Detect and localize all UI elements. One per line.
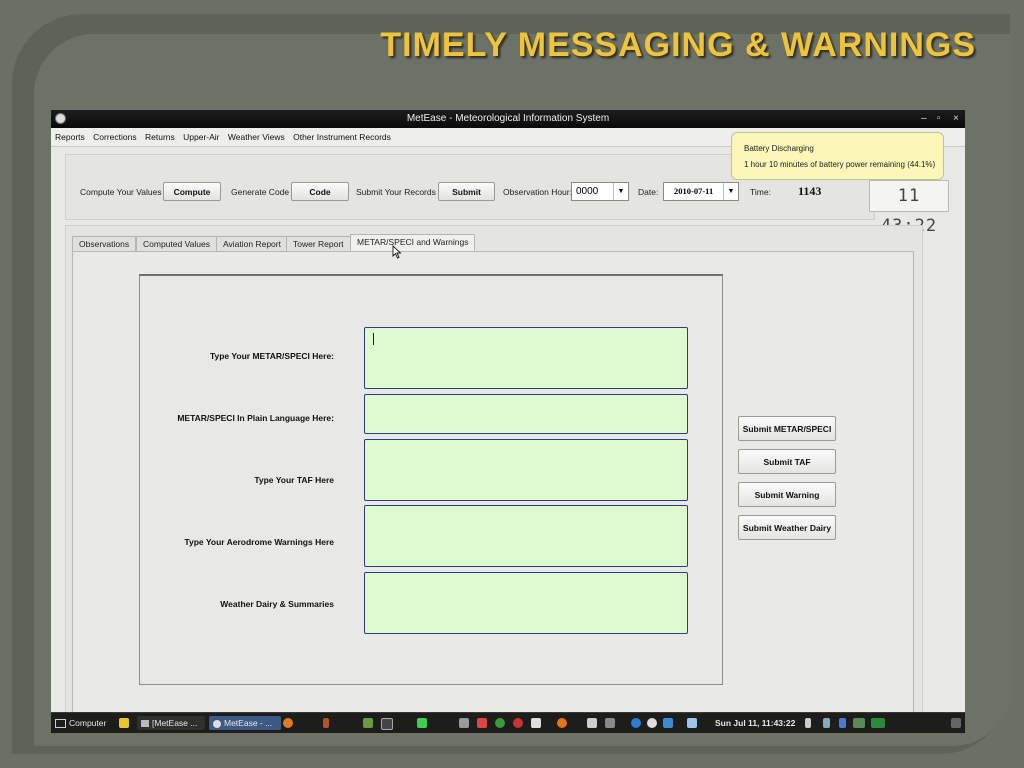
tool-icon[interactable] (363, 718, 373, 728)
tab-observations[interactable]: Observations (72, 236, 137, 252)
bolt-icon[interactable] (663, 718, 673, 728)
globe-icon (213, 719, 221, 728)
taskbar-task-metease-folder[interactable]: [MetEase ... (137, 716, 205, 730)
menu-corrections[interactable]: Corrections (93, 132, 136, 142)
time-label: Time: (750, 187, 771, 197)
tooltip-line-1: Battery Discharging (744, 144, 814, 153)
close-button[interactable]: × (953, 110, 959, 128)
app-globe-icon (55, 113, 66, 124)
app-window: MetEase - Meteorological Information Sys… (51, 110, 965, 732)
computer-launcher[interactable]: Computer (55, 713, 106, 733)
taskbar-task-metease-app[interactable]: MetEase - ... (209, 716, 281, 730)
text-caret (373, 333, 374, 345)
firefox-icon[interactable] (557, 718, 567, 728)
tab-metar-speci-warnings[interactable]: METAR/SPECI and Warnings (350, 234, 476, 252)
calculator-icon[interactable] (605, 718, 615, 728)
submit-button[interactable]: Submit (438, 182, 495, 201)
menu-upper-air[interactable]: Upper-Air (183, 132, 219, 142)
package-icon[interactable] (513, 718, 523, 728)
window-title: MetEase - Meteorological Information Sys… (406, 113, 610, 124)
task-1-label: [MetEase ... (152, 718, 198, 728)
network-globe-icon[interactable] (647, 718, 657, 728)
aerodrome-warnings-input[interactable] (364, 505, 688, 567)
observation-hour-select[interactable]: 0000 ▼ (571, 182, 629, 201)
notes-icon[interactable] (119, 718, 129, 728)
submit-taf-button[interactable]: Submit TAF (738, 449, 836, 474)
aerodrome-warnings-label: Type Your Aerodrome Warnings Here (184, 537, 334, 547)
taf-label: Type Your TAF Here (254, 475, 334, 485)
metar-label: Type Your METAR/SPECI Here: (209, 351, 334, 361)
menu-reports[interactable]: Reports (55, 132, 85, 142)
qt-icon[interactable] (417, 718, 427, 728)
submit-weather-dairy-button[interactable]: Submit Weather Dairy (738, 515, 836, 540)
mouse-pointer-icon (392, 245, 402, 259)
show-desktop-icon[interactable] (951, 718, 961, 728)
digital-clock: 11 43:22 (869, 180, 949, 236)
volume-icon[interactable] (805, 718, 811, 728)
tab-tower-report[interactable]: Tower Report (286, 236, 351, 252)
plugin-icon[interactable] (459, 718, 469, 728)
menu-weather-views[interactable]: Weather Views (228, 132, 285, 142)
time-value: 1143 (798, 184, 822, 198)
message-form-panel: Type Your METAR/SPECI Here: METAR/SPECI … (139, 274, 723, 685)
tab-body: Type Your METAR/SPECI Here: METAR/SPECI … (72, 251, 914, 725)
date-select[interactable]: 2010-07-11 ▼ (663, 182, 739, 201)
submit-warning-button[interactable]: Submit Warning (738, 482, 836, 507)
display-icon[interactable] (853, 718, 865, 728)
chrome-icon[interactable] (495, 718, 505, 728)
submit-metar-button[interactable]: Submit METAR/SPECI (738, 416, 836, 441)
task-2-label: MetEase - ... (224, 718, 273, 728)
taskbar-datetime[interactable]: Sun Jul 11, 11:43:22 (715, 713, 795, 733)
computer-label: Computer (69, 718, 107, 728)
submit-records-label: Submit Your Records (356, 187, 436, 197)
tab-computed-values[interactable]: Computed Values (136, 236, 217, 252)
blender-icon[interactable] (283, 718, 293, 728)
code-button[interactable]: Code (291, 182, 349, 201)
image-viewer-icon[interactable] (687, 718, 697, 728)
battery-tooltip: Battery Discharging 1 hour 10 minutes of… (731, 132, 944, 180)
shield-icon[interactable] (871, 718, 885, 728)
tab-aviation-report[interactable]: Aviation Report (216, 236, 288, 252)
compute-label: Compute Your Values (80, 187, 162, 197)
bluetooth-icon[interactable] (839, 718, 846, 728)
taskbar: Computer [MetEase ... MetEase - ... Sun … (51, 712, 965, 733)
plain-language-input[interactable] (364, 394, 688, 434)
minimize-button[interactable]: – (921, 110, 927, 128)
compute-button[interactable]: Compute (163, 182, 221, 201)
terminal-icon[interactable] (381, 718, 393, 730)
editor-icon[interactable] (531, 718, 541, 728)
plain-language-label: METAR/SPECI In Plain Language Here: (177, 413, 334, 423)
date-label: Date: (638, 187, 659, 197)
observation-hour-value: 0000 (576, 186, 599, 197)
text-editor-icon[interactable] (587, 718, 597, 728)
battery-icon[interactable] (823, 718, 830, 728)
media-player-icon[interactable] (631, 718, 641, 728)
date-value: 2010-07-11 (674, 186, 714, 196)
menu-returns[interactable]: Returns (145, 132, 175, 142)
weather-dairy-input[interactable] (364, 572, 688, 634)
title-bar: MetEase - Meteorological Information Sys… (51, 110, 965, 128)
slide-title: TIMELY MESSAGING & WARNINGS (380, 26, 976, 64)
taf-input[interactable] (364, 439, 688, 501)
tooltip-line-2: 1 hour 10 minutes of battery power remai… (744, 160, 936, 169)
app-launcher-icon[interactable] (323, 718, 329, 728)
media-icon[interactable] (477, 718, 487, 728)
observation-hour-label: Observation Hour: (503, 187, 572, 197)
computer-icon (55, 719, 66, 729)
weather-dairy-label: Weather Dairy & Summaries (220, 599, 334, 609)
tab-area: Observations Computed Values Aviation Re… (65, 225, 923, 727)
metar-input[interactable] (364, 327, 688, 389)
generate-code-label: Generate Code (231, 187, 290, 197)
chevron-down-icon[interactable]: ▼ (613, 183, 628, 200)
menu-other-instrument-records[interactable]: Other Instrument Records (293, 132, 391, 142)
chevron-down-icon[interactable]: ▼ (723, 183, 738, 200)
folder-icon (141, 720, 149, 728)
maximize-button[interactable]: ▫ (937, 110, 941, 128)
